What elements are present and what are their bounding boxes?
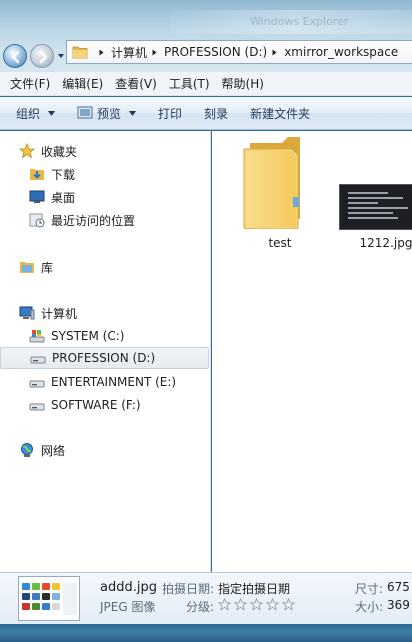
preview-label: 预览 xyxy=(97,106,122,121)
rating-stars[interactable] xyxy=(218,598,298,611)
window-bottom-frame xyxy=(0,624,412,642)
command-bar: 组织 预览 打印 刻录 新建文件夹 xyxy=(0,97,412,130)
menu-bar: 文件(F) 编辑(E) 查看(V) 工具(T) 帮助(H) xyxy=(0,72,412,96)
nav-drive-e[interactable]: ENTERTAINMENT (E:) xyxy=(0,371,211,393)
burn-button[interactable]: 刻录 xyxy=(204,105,228,122)
hard-drive-icon xyxy=(29,403,45,411)
nav-computer-label: 计算机 xyxy=(41,306,78,321)
back-button[interactable] xyxy=(3,44,27,68)
preview-button[interactable]: 预览 xyxy=(77,105,137,122)
breadcrumb-computer[interactable]: 计算机 xyxy=(111,44,147,61)
nav-network[interactable]: 网络 xyxy=(0,439,211,461)
details-size-label: 大小: xyxy=(355,600,384,614)
chevron-right-icon[interactable] xyxy=(271,49,278,56)
nav-computer[interactable]: 计算机 xyxy=(0,302,211,324)
details-date-label: 拍摄日期: xyxy=(162,582,215,596)
terminal-line xyxy=(348,207,408,209)
libraries-icon xyxy=(20,262,34,273)
details-pane: addd.jpg JPEG 图像 拍摄日期: 指定拍摄日期 分级: 尺寸: 67… xyxy=(0,572,412,624)
chevron-down-icon xyxy=(48,110,56,116)
star-empty-icon[interactable] xyxy=(250,598,263,611)
recent-places-icon xyxy=(29,213,45,228)
terminal-line xyxy=(348,217,398,219)
system-drive-icon xyxy=(29,330,45,343)
nav-drive-f-label: SOFTWARE (F:) xyxy=(51,398,141,412)
breadcrumb-drive[interactable]: PROFESSION (D:) xyxy=(164,45,267,59)
network-icon xyxy=(21,443,33,457)
details-rating-label: 分级: xyxy=(186,600,215,614)
file-name-test[interactable]: test xyxy=(230,236,330,250)
star-empty-icon[interactable] xyxy=(282,598,295,611)
star-icon xyxy=(19,143,35,159)
details-date-value[interactable]: 指定拍摄日期 xyxy=(218,580,290,597)
menu-help[interactable]: 帮助(H) xyxy=(222,75,264,92)
nav-drive-c-label: SYSTEM (C:) xyxy=(51,329,125,343)
nav-favorites[interactable]: 收藏夹 xyxy=(0,140,211,162)
desktop-icon xyxy=(29,190,45,203)
star-empty-icon[interactable] xyxy=(218,598,231,611)
terminal-line xyxy=(348,212,393,214)
new-folder-button[interactable]: 新建文件夹 xyxy=(250,105,310,122)
menu-file[interactable]: 文件(F) xyxy=(10,75,50,92)
terminal-line xyxy=(348,192,388,194)
preview-icon xyxy=(77,106,93,119)
breadcrumb-folder[interactable]: xmirror_workspace xyxy=(284,45,398,59)
terminal-line xyxy=(348,202,378,204)
details-filename: addd.jpg xyxy=(100,580,157,595)
nav-recent-label: 最近访问的位置 xyxy=(51,213,136,228)
nav-desktop[interactable]: 桌面 xyxy=(0,186,211,208)
terminal-line xyxy=(348,197,403,199)
chevron-right-icon[interactable] xyxy=(98,49,105,56)
nav-favorites-label: 收藏夹 xyxy=(41,144,78,159)
print-button[interactable]: 打印 xyxy=(158,105,182,122)
file-list: test 1212.jpg xyxy=(212,131,412,572)
file-item-1212-thumbnail[interactable] xyxy=(339,184,412,230)
menu-edit[interactable]: 编辑(E) xyxy=(62,75,103,92)
nav-downloads-label: 下载 xyxy=(51,167,76,182)
hard-drive-icon xyxy=(29,380,45,388)
folder-icon xyxy=(243,137,300,229)
nav-network-label: 网络 xyxy=(41,443,66,458)
selected-file-thumbnail xyxy=(18,576,80,621)
nav-drive-e-label: ENTERTAINMENT (E:) xyxy=(51,375,177,389)
nav-recent[interactable]: 最近访问的位置 xyxy=(0,209,211,231)
arrow-right-icon xyxy=(39,50,48,64)
file-name-1212[interactable]: 1212.jpg xyxy=(336,236,412,250)
nav-downloads[interactable]: 下载 xyxy=(0,163,211,185)
chevron-down-icon xyxy=(129,110,137,116)
nav-drive-d-label: PROFESSION (D:) xyxy=(52,351,156,365)
background-window-title: Windows Explorer xyxy=(250,15,349,28)
details-dimensions-label: 尺寸: xyxy=(355,582,384,596)
nav-drive-f[interactable]: SOFTWARE (F:) xyxy=(0,394,211,416)
nav-drive-c[interactable]: SYSTEM (C:) xyxy=(0,325,211,347)
folder-icon xyxy=(72,46,88,59)
nav-drive-d[interactable]: PROFESSION (D:) xyxy=(0,347,209,369)
arrow-left-icon xyxy=(11,50,20,64)
organize-label: 组织 xyxy=(16,106,41,121)
recent-pages-dropdown-icon[interactable] xyxy=(57,52,65,60)
menu-tools[interactable]: 工具(T) xyxy=(169,75,210,92)
computer-icon xyxy=(19,306,35,320)
nav-libraries-label: 库 xyxy=(41,260,54,275)
star-empty-icon[interactable] xyxy=(234,598,247,611)
address-bar[interactable]: 计算机 PROFESSION (D:) xmirror_workspace xyxy=(66,40,412,64)
details-dimensions-value: 675 xyxy=(387,580,410,594)
nav-libraries[interactable]: 库 xyxy=(0,256,211,278)
details-filetype: JPEG 图像 xyxy=(100,600,156,614)
nav-desktop-label: 桌面 xyxy=(51,190,76,205)
star-empty-icon[interactable] xyxy=(266,598,279,611)
organize-button[interactable]: 组织 xyxy=(16,105,56,122)
details-size-value: 369 xyxy=(387,598,410,612)
forward-button[interactable] xyxy=(30,44,54,68)
navigation-pane: 收藏夹 下载 桌面 最近访问的位置 库 计算机 SYSTEM (C:) PROF… xyxy=(0,131,211,572)
hard-drive-icon xyxy=(30,356,46,364)
menu-view[interactable]: 查看(V) xyxy=(115,75,157,92)
chevron-right-icon[interactable] xyxy=(151,49,158,56)
downloads-folder-icon xyxy=(30,169,44,180)
